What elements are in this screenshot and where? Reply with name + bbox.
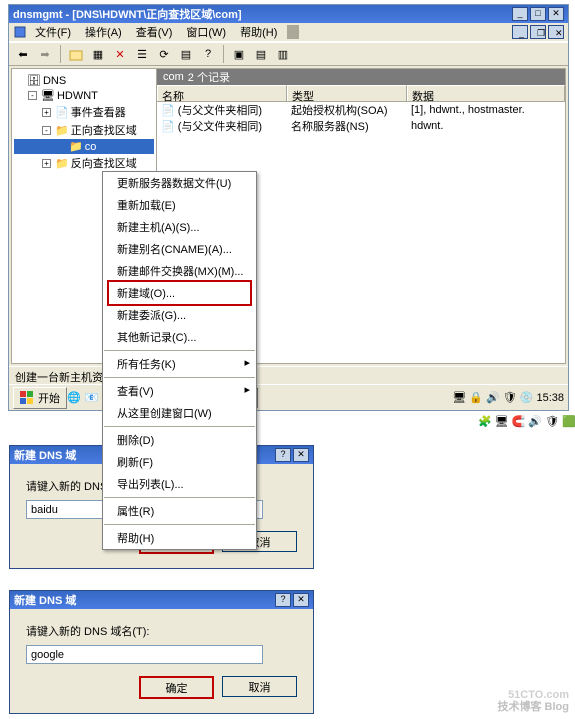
menu-help[interactable]: 帮助(H) [234, 22, 283, 42]
extra3-button[interactable]: ▥ [273, 44, 293, 64]
ctx-new-delegation[interactable]: 新建委派(G)... [103, 304, 256, 326]
tray-icon[interactable]: 🧩 [478, 415, 492, 428]
dialog2-cancel-button[interactable]: 取消 [222, 676, 297, 697]
menu-action[interactable]: 操作(A) [79, 22, 128, 42]
dialog1-help-button[interactable]: ? [275, 448, 291, 462]
start-button[interactable]: 开始 [13, 387, 67, 409]
export-button[interactable]: ▤ [176, 44, 196, 64]
context-menu: 更新服务器数据文件(U) 重新加载(E) 新建主机(A)(S)... 新建别名(… [102, 171, 257, 550]
ctx-view[interactable]: 查看(V)▸ [103, 380, 256, 402]
new-dns-domain-dialog-2: 新建 DNS 域 ? ✕ 请键入新的 DNS 域名(T): 确定 取消 [9, 590, 314, 714]
tray-icon[interactable]: 🖥 [452, 391, 466, 404]
dialog2-ok-button[interactable]: 确定 [139, 676, 214, 699]
col-data[interactable]: 数据 [407, 85, 565, 101]
host-tray-row: 🧩 🖥 🧲 🔊 🛡 🟩 ◀ [478, 415, 575, 428]
dialog2-help-button[interactable]: ? [275, 593, 291, 607]
delete-button[interactable]: ✕ [110, 44, 130, 64]
doc-minimize-button[interactable]: _ [512, 25, 528, 39]
ctx-new-domain[interactable]: 新建域(O)... [107, 280, 252, 306]
tray-icon[interactable]: 🛡 [503, 391, 517, 404]
tray-icon[interactable]: 🧲 [512, 415, 526, 428]
mmc-window: dnsmgmt - [DNS\HDWNT\正向查找区域\com] _ □ ✕ 文… [8, 4, 569, 411]
list-row[interactable]: 📄 (与父文件夹相同) 起始授权机构(SOA) [1], hdwnt., hos… [157, 102, 565, 118]
doc-close-button[interactable]: ✕ [548, 25, 564, 39]
dialog2-domain-input[interactable] [26, 645, 263, 664]
quicklaunch-icon[interactable]: 🌐 [67, 391, 81, 404]
dialog2-close-button[interactable]: ✕ [293, 593, 309, 607]
ctx-separator [104, 426, 255, 427]
ctx-refresh[interactable]: 刷新(F) [103, 451, 256, 473]
taskbar: 开始 🌐 📧 dnsmgmt - [DNS\HDWN... 🖥 🔒 🔊 🛡 💿 … [9, 384, 568, 410]
ctx-help[interactable]: 帮助(H) [103, 527, 256, 549]
menu-file[interactable]: 文件(F) [29, 22, 77, 42]
tree-com-selected[interactable]: 📁 co [14, 139, 154, 154]
ctx-all-tasks[interactable]: 所有任务(K)▸ [103, 353, 256, 375]
tree-fwd-zone[interactable]: -📁 正向查找区域 [14, 121, 154, 139]
list-header-name: com [163, 71, 184, 83]
ctx-delete[interactable]: 删除(D) [103, 429, 256, 451]
tree-server[interactable]: -🖥 HDWNT [14, 88, 154, 103]
dialog2-title: 新建 DNS 域 [14, 592, 275, 608]
tray-icon[interactable]: 🔊 [486, 391, 500, 404]
ctx-reload[interactable]: 重新加载(E) [103, 194, 256, 216]
watermark: 51CTO.com 技术博客 Blog [498, 680, 570, 713]
quicklaunch-icon[interactable]: 📧 [85, 391, 99, 404]
ctx-new-window[interactable]: 从这里创建窗口(W) [103, 402, 256, 424]
close-button[interactable]: ✕ [548, 7, 564, 21]
ctx-new-host[interactable]: 新建主机(A)(S)... [103, 216, 256, 238]
ctx-new-alias[interactable]: 新建别名(CNAME)(A)... [103, 238, 256, 260]
tray-icon[interactable]: 🔊 [528, 415, 542, 428]
up-button[interactable] [66, 44, 86, 64]
status-bar: 创建一台新主机资源记录。 [9, 366, 568, 384]
tray-icon[interactable]: 🛡 [545, 415, 559, 428]
tray-icon[interactable]: 🖥 [495, 415, 509, 428]
ctx-separator [104, 497, 255, 498]
extra1-button[interactable]: ▣ [229, 44, 249, 64]
ctx-separator [104, 350, 255, 351]
list-row[interactable]: 📄 (与父文件夹相同) 名称服务器(NS) hdwnt. [157, 118, 565, 134]
windows-icon [20, 391, 34, 405]
dialog2-label: 请键入新的 DNS 域名(T): [26, 623, 297, 639]
toolbar: ⬅ ➡ ▦ ✕ ☰ ⟳ ▤ ? ▣ ▤ ▥ [9, 42, 568, 66]
minimize-button[interactable]: _ [512, 7, 528, 21]
ctx-separator [104, 377, 255, 378]
tree-root[interactable]: 🗄 DNS [14, 73, 154, 88]
extra2-button[interactable]: ▤ [251, 44, 271, 64]
col-name[interactable]: 名称 [157, 85, 287, 101]
dialog2-titlebar[interactable]: 新建 DNS 域 ? ✕ [10, 591, 313, 609]
tree-event-viewer[interactable]: +📄 事件查看器 [14, 103, 154, 121]
column-headers[interactable]: 名称 类型 数据 [157, 85, 565, 102]
help-button[interactable]: ? [198, 44, 218, 64]
system-tray[interactable]: 🖥 🔒 🔊 🛡 💿 15:38 [452, 391, 564, 404]
back-button[interactable]: ⬅ [13, 44, 33, 64]
mmc-titlebar[interactable]: dnsmgmt - [DNS\HDWNT\正向查找区域\com] _ □ ✕ [9, 5, 568, 23]
ctx-properties[interactable]: 属性(R) [103, 500, 256, 522]
menu-view[interactable]: 查看(V) [130, 22, 179, 42]
tree-rev-zone[interactable]: +📁 反向查找区域 [14, 154, 154, 172]
tray-icon[interactable]: 💿 [520, 391, 534, 404]
ctx-other-records[interactable]: 其他新记录(C)... [103, 326, 256, 348]
ctx-export[interactable]: 导出列表(L)... [103, 473, 256, 495]
ctx-update-server[interactable]: 更新服务器数据文件(U) [103, 172, 256, 194]
dialog1-close-button[interactable]: ✕ [293, 448, 309, 462]
show-hide-button[interactable]: ▦ [88, 44, 108, 64]
list-header-count: 2 个记录 [188, 69, 230, 85]
mmc-title: dnsmgmt - [DNS\HDWNT\正向查找区域\com] [13, 6, 512, 22]
tray-icon[interactable]: 🔒 [469, 391, 483, 404]
forward-button[interactable]: ➡ [35, 44, 55, 64]
refresh-button[interactable]: ⟳ [154, 44, 174, 64]
doc-restore-button[interactable]: ❐ [530, 25, 546, 39]
ctx-separator [104, 524, 255, 525]
mmc-icon [13, 25, 27, 39]
maximize-button[interactable]: □ [530, 7, 546, 21]
ctx-new-mx[interactable]: 新建邮件交换器(MX)(M)... [103, 260, 256, 282]
col-type[interactable]: 类型 [287, 85, 407, 101]
menu-window[interactable]: 窗口(W) [180, 22, 232, 42]
tray-icon[interactable]: 🟩 [562, 415, 575, 428]
tray-clock[interactable]: 15:38 [536, 392, 564, 404]
list-header: com 2 个记录 [157, 69, 565, 85]
properties-button[interactable]: ☰ [132, 44, 152, 64]
menubar: 文件(F) 操作(A) 查看(V) 窗口(W) 帮助(H) _ ❐ ✕ [9, 23, 568, 42]
